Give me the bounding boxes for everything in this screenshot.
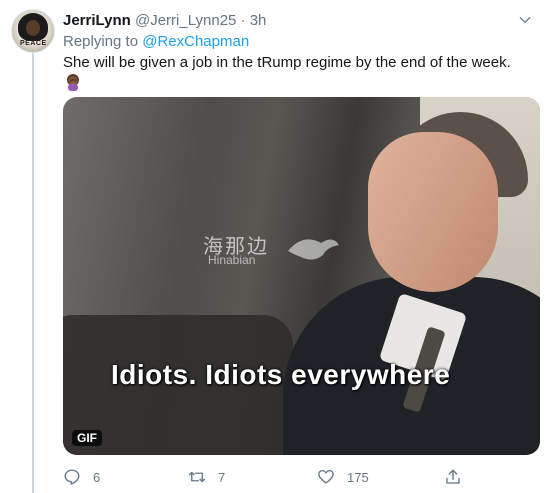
watermark-english: Hinabian <box>208 253 256 267</box>
like-button[interactable]: 175 <box>317 467 369 487</box>
person-head <box>368 132 498 292</box>
woman-facepalming-emoji <box>67 74 79 91</box>
gif-caption: Idiots. Idiots everywhere <box>111 359 451 390</box>
avatar-tag: PEACE <box>20 40 47 47</box>
mention-link[interactable]: @RexChapman <box>142 33 249 50</box>
tweet-header: JerriLynn @Jerri_Lynn25 · 3h <box>63 12 266 29</box>
avatar[interactable]: PEACE <box>11 9 55 53</box>
replying-prefix: Replying to <box>63 33 143 50</box>
share-button[interactable] <box>444 467 474 487</box>
chevron-down-icon[interactable] <box>518 13 532 27</box>
share-icon <box>446 469 460 484</box>
reply-count: 6 <box>93 469 101 485</box>
thread-line <box>32 52 34 493</box>
display-name[interactable]: JerriLynn <box>63 12 131 29</box>
avatar-face <box>26 20 40 36</box>
retweet-count: 7 <box>218 469 226 485</box>
retweet-button[interactable]: 7 <box>188 467 225 487</box>
tweet-text: She will be given a job in the tRump reg… <box>63 54 511 71</box>
watermark-bird-icon <box>288 239 339 260</box>
separator-dot: · <box>240 12 246 29</box>
heart-icon <box>318 469 334 484</box>
reply-icon <box>64 469 80 485</box>
retweet-icon <box>188 471 206 483</box>
timestamp[interactable]: 3h <box>250 12 267 29</box>
user-handle[interactable]: @Jerri_Lynn25 <box>135 12 236 29</box>
gif-badge: GIF <box>72 430 102 446</box>
replying-to: Replying to @RexChapman <box>63 33 249 50</box>
like-count: 175 <box>347 469 369 485</box>
reply-button[interactable]: 6 <box>63 467 100 487</box>
gif-media[interactable]: 海那边 Hinabian Idiots. Idiots everywhere G… <box>63 97 540 455</box>
tweet-actions: 6 7 175 <box>63 467 533 487</box>
